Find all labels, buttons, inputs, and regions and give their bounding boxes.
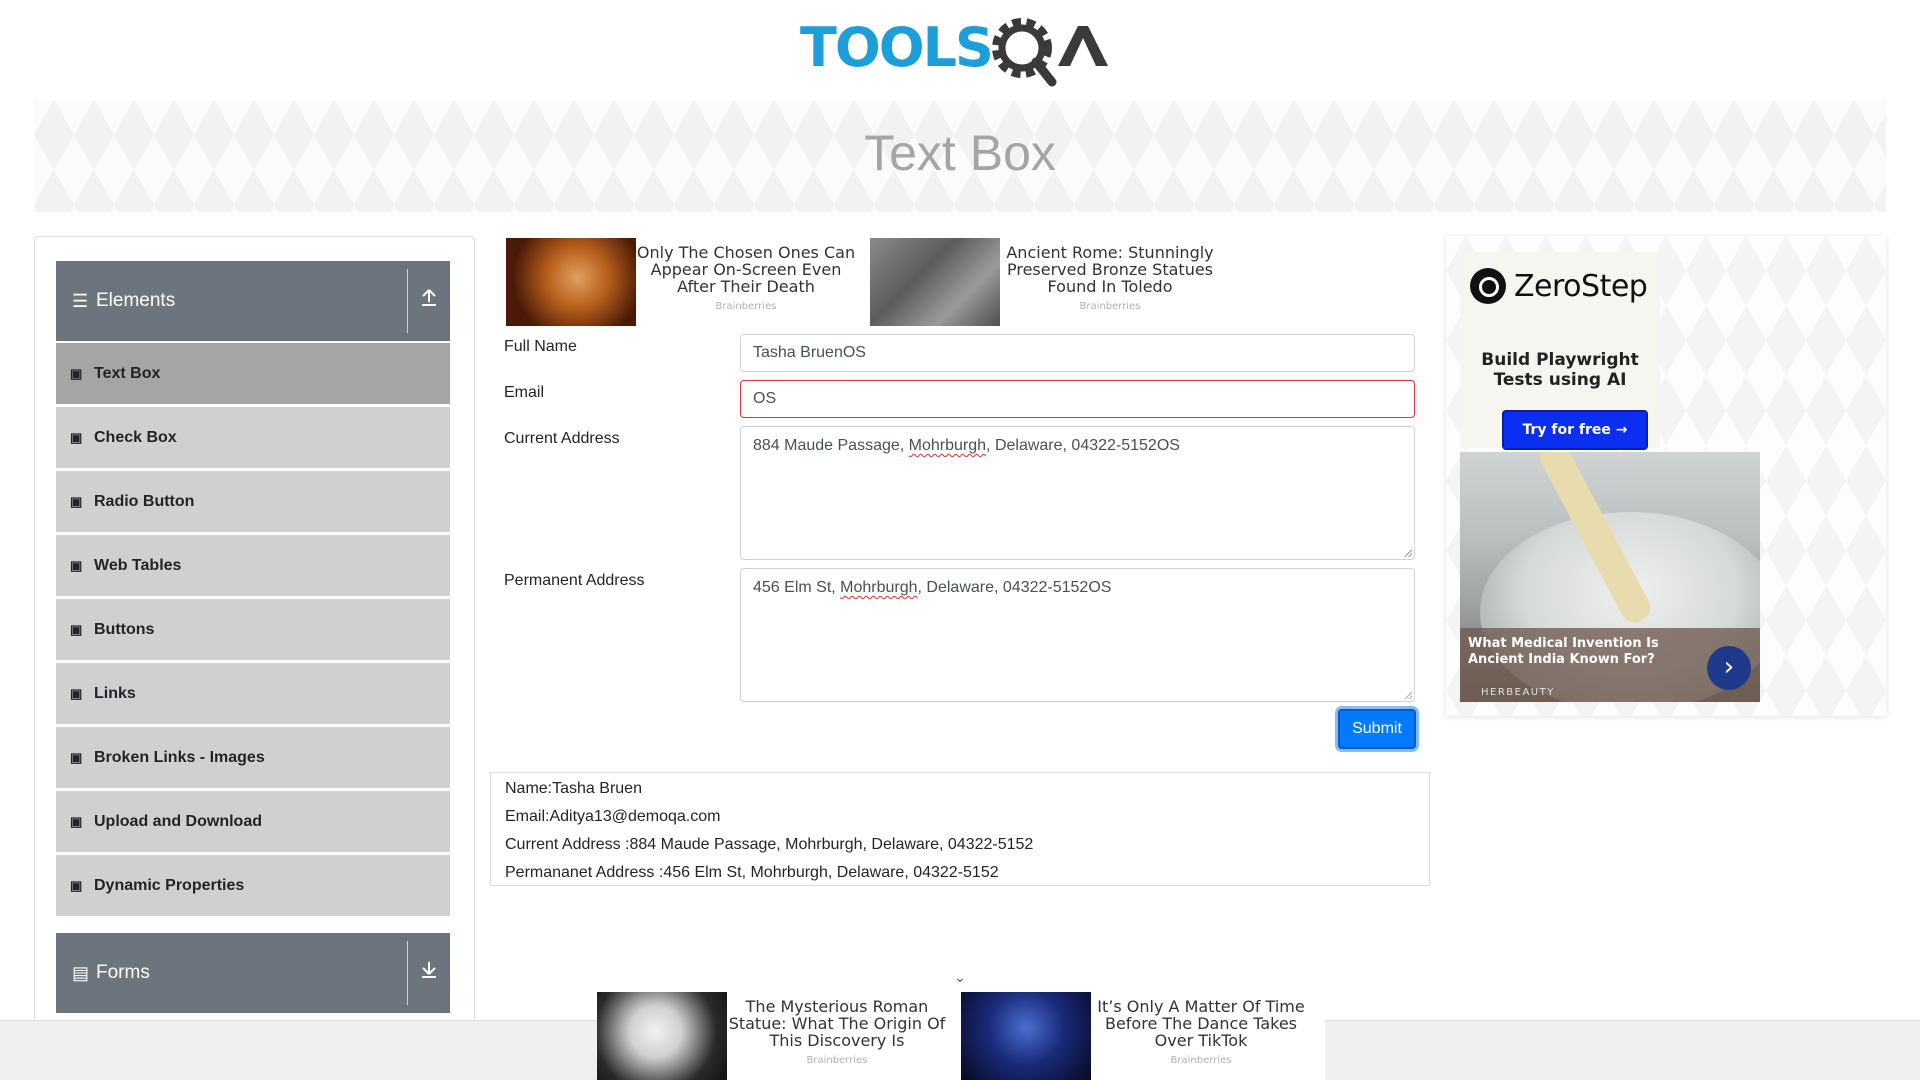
full-name-label: Full Name <box>504 338 577 355</box>
zerostep-logo-icon <box>1470 268 1506 304</box>
page-banner: Text Box <box>34 100 1886 212</box>
ad-card[interactable]: It’s Only A Matter Of Time Before The Da… <box>961 992 1311 1080</box>
output-current-address: Current Address :884 Maude Passage, Mohr… <box>505 836 1034 853</box>
shield-icon: ▣ <box>70 429 83 445</box>
ad-thumbnail <box>506 238 636 326</box>
sidebar-item-broken-links[interactable]: ▣ Broken Links - Images <box>56 727 450 788</box>
shield-icon: ▣ <box>70 685 83 701</box>
group-forms-header[interactable]: ▤ Forms <box>56 933 450 1013</box>
shield-icon: ▣ <box>70 813 83 829</box>
permanent-address-text: 456 Elm St, <box>753 579 841 596</box>
elements-menu: ▣ Text Box ▣ Check Box ▣ Radio Button ▣ … <box>56 343 450 919</box>
hamburger-icon: ☰ <box>72 290 89 311</box>
shield-icon: ▣ <box>70 749 83 765</box>
sidebar-item-web-tables[interactable]: ▣ Web Tables <box>56 535 450 596</box>
ad-story-title: What Medical Invention Is Ancient India … <box>1468 636 1659 667</box>
gear-icon <box>992 18 1057 87</box>
zerostep-tagline: Build Playwright Tests using AI <box>1481 350 1639 390</box>
current-address-label: Current Address <box>504 430 620 447</box>
resize-handle[interactable] <box>1404 691 1412 699</box>
permanent-address-misspelled: Mohrburgh <box>840 579 918 596</box>
shield-icon: ▣ <box>70 493 83 509</box>
output-permanent-address: Permananet Address :456 Elm St, Mohrburg… <box>505 864 999 881</box>
download-arrow-icon[interactable] <box>416 957 442 989</box>
ad-title: The Mysterious Roman Statue: What The Or… <box>728 997 946 1050</box>
zerostep-brand: ZeroStep <box>1470 268 1648 304</box>
sidebar-item-label: Broken Links - Images <box>94 748 265 766</box>
ad-title: Ancient Rome: Stunningly Preserved Bronz… <box>1006 243 1214 296</box>
sidebar-item-label: Web Tables <box>94 556 182 574</box>
permanent-address-label: Permanent Address <box>504 572 645 589</box>
ad-source: Brainberries <box>806 1055 868 1066</box>
current-address-textarea[interactable]: 884 Maude Passage, Mohrburgh, Delaware, … <box>740 426 1415 560</box>
sidebar-item-links[interactable]: ▣ Links <box>56 663 450 724</box>
output-name: Name:Tasha Bruen <box>505 780 642 797</box>
ad-title: It’s Only A Matter Of Time Before The Da… <box>1097 997 1305 1050</box>
sidebar-item-label: Check Box <box>94 428 177 446</box>
shield-icon: ▣ <box>70 365 83 381</box>
email-input[interactable] <box>740 380 1415 418</box>
ad-source: Brainberries <box>1079 301 1141 312</box>
herbeauty-ad[interactable]: What Medical Invention Is Ancient India … <box>1460 452 1760 702</box>
ad-thumbnail <box>597 992 727 1080</box>
permanent-address-text-end: , Delaware, 04322-5152OS <box>917 579 1112 596</box>
shield-icon: ▣ <box>70 877 83 893</box>
group-divider <box>407 269 408 333</box>
page-title: Text Box <box>864 125 1056 181</box>
group-divider <box>407 941 408 1005</box>
bottom-ads: The Mysterious Roman Statue: What The Or… <box>597 990 1325 1080</box>
current-address-text-end: , Delaware, 04322-5152OS <box>986 437 1180 454</box>
sidebar-item-upload-download[interactable]: ▣ Upload and Download <box>56 791 450 852</box>
ad-title: Only The Chosen Ones Can Appear On-Scree… <box>636 243 856 296</box>
ad-source: Brainberries <box>1170 1055 1232 1066</box>
sidebar-item-label: Buttons <box>94 620 155 638</box>
current-address-text: 884 Maude Passage, <box>753 437 909 454</box>
try-for-free-button[interactable]: Try for free → <box>1502 410 1648 450</box>
output-panel: Name:Tasha Bruen Email:Aditya13@demoqa.c… <box>490 772 1430 886</box>
ad-card[interactable]: Ancient Rome: Stunningly Preserved Bronz… <box>870 238 1220 326</box>
sidebar-item-buttons[interactable]: ▣ Buttons <box>56 599 450 660</box>
sidebar-item-check-box[interactable]: ▣ Check Box <box>56 407 450 468</box>
page: TOOLS Text Box ☰ Elements ▣ Text Box ▣ C… <box>0 0 1920 1080</box>
full-name-input[interactable] <box>740 334 1415 372</box>
chevron-right-icon[interactable]: › <box>1707 646 1751 690</box>
sidebar-item-label: Dynamic Properties <box>94 876 245 894</box>
sidebar: ☰ Elements ▣ Text Box ▣ Check Box ▣ Radi… <box>34 236 475 1080</box>
group-label: Forms <box>96 962 150 983</box>
ad-card[interactable]: The Mysterious Roman Statue: What The Or… <box>597 992 947 1080</box>
shield-icon: ▣ <box>70 621 83 637</box>
upload-arrow-icon[interactable] <box>416 285 442 317</box>
sidebar-item-label: Radio Button <box>94 492 195 510</box>
logo-text-primary: TOOLS <box>800 16 992 79</box>
resize-handle[interactable] <box>1404 549 1412 557</box>
right-ad-panel: ZeroStep Build Playwright Tests using AI… <box>1446 236 1886 716</box>
toolsqa-logo[interactable]: TOOLS <box>800 14 1125 90</box>
logo-graphic: TOOLS <box>800 16 1108 87</box>
group-label: Elements <box>96 290 176 311</box>
document-icon: ▤ <box>72 962 90 983</box>
sidebar-item-text-box[interactable]: ▣ Text Box <box>56 343 450 404</box>
permanent-address-textarea[interactable]: 456 Elm St, Mohrburgh, Delaware, 04322-5… <box>740 568 1415 702</box>
zerostep-ad[interactable]: ZeroStep Build Playwright Tests using AI… <box>1460 252 1660 450</box>
sidebar-item-label: Upload and Download <box>94 812 262 830</box>
group-elements-header[interactable]: ☰ Elements <box>56 261 450 341</box>
shield-icon: ▣ <box>70 557 83 573</box>
ad-story-source: HERBEAUTY <box>1481 687 1555 698</box>
ad-card[interactable]: Only The Chosen Ones Can Appear On-Scree… <box>506 238 856 326</box>
current-address-misspelled: Mohrburgh <box>908 437 987 454</box>
ad-thumbnail <box>870 238 1000 326</box>
sidebar-item-label: Text Box <box>94 364 161 382</box>
chevron-down-icon[interactable]: ⌄ <box>950 970 970 990</box>
logo-letter-a <box>1058 26 1108 66</box>
sidebar-item-radio-button[interactable]: ▣ Radio Button <box>56 471 450 532</box>
sidebar-item-dynamic-properties[interactable]: ▣ Dynamic Properties <box>56 855 450 916</box>
output-email: Email:Aditya13@demoqa.com <box>505 808 721 825</box>
ad-source: Brainberries <box>715 301 777 312</box>
email-label: Email <box>504 384 545 401</box>
sidebar-item-label: Links <box>94 684 136 702</box>
zerostep-brand-name: ZeroStep <box>1514 268 1648 304</box>
submit-button[interactable]: Submit <box>1338 709 1416 749</box>
ad-thumbnail <box>961 992 1091 1080</box>
